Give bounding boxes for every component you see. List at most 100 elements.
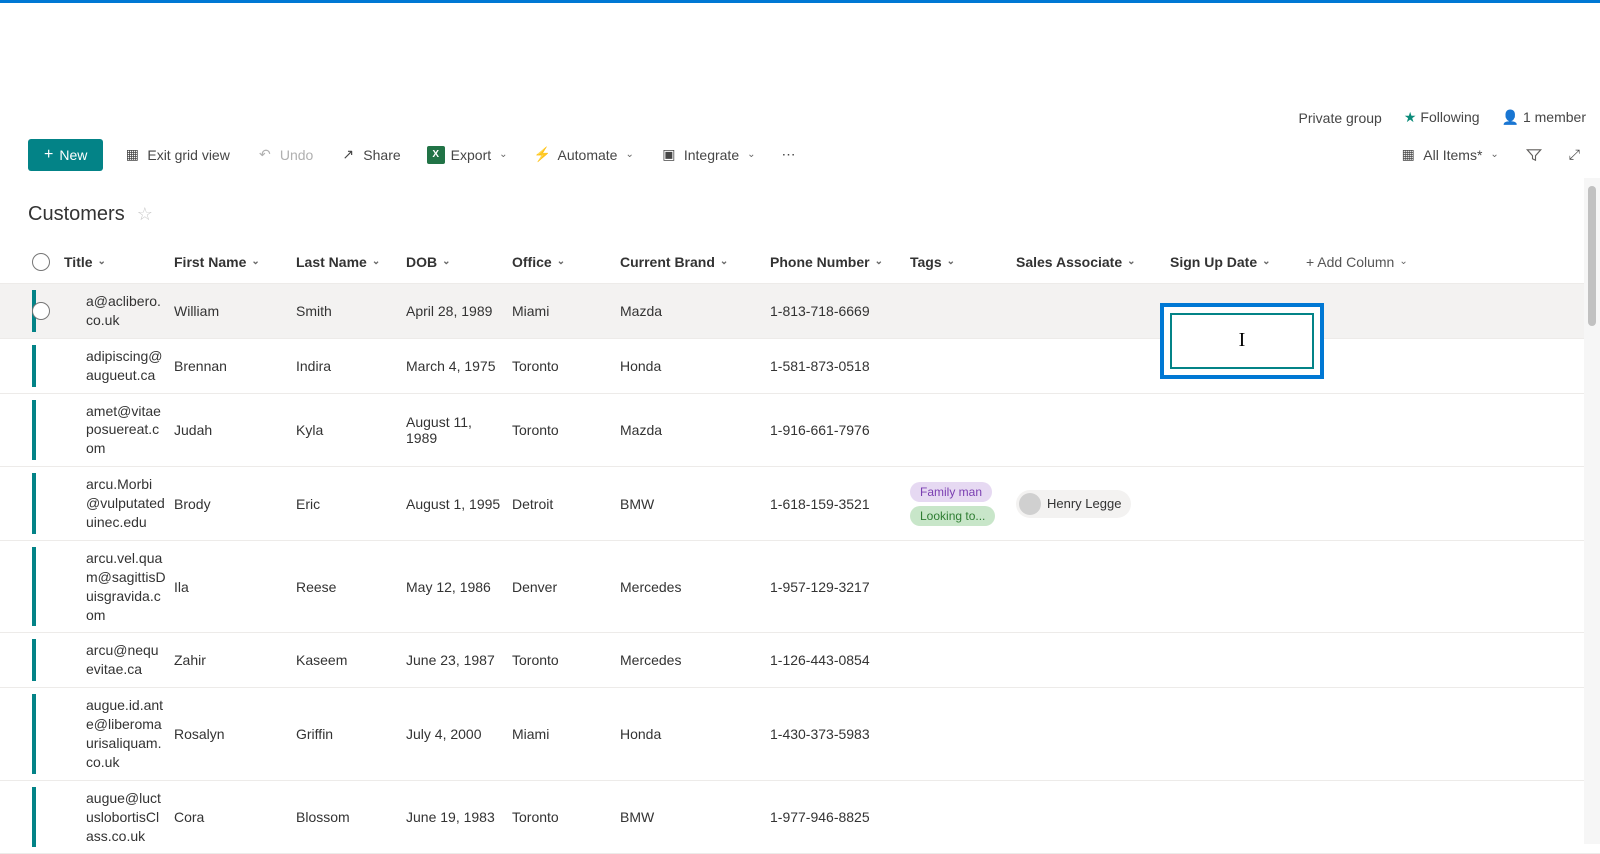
cell-phone[interactable]: 1-813-718-6669 [770,303,910,319]
table-row[interactable]: arcu.Morbi@vulputateduinec.edu Brody Eri… [0,467,1600,541]
share-button[interactable]: ↗Share [333,142,406,168]
cell-brand[interactable]: Honda [620,726,770,742]
cell-brand[interactable]: BMW [620,809,770,825]
vertical-scrollbar[interactable] [1584,178,1600,844]
cell-brand[interactable]: Mercedes [620,579,770,595]
cell-dob[interactable]: August 1, 1995 [406,496,512,512]
column-header-office[interactable]: Office⌄ [512,254,620,270]
cell-first-name[interactable]: Rosalyn [174,726,296,742]
cell-title[interactable]: arcu.vel.quam@sagittisDuisgravida.com [64,549,174,625]
cell-title[interactable]: amet@vitaeposuereat.com [64,402,174,459]
view-selector-button[interactable]: ▦All Items*⌄ [1393,142,1505,168]
cell-last-name[interactable]: Eric [296,496,406,512]
table-row[interactable]: a@aclibero.co.uk William Smith April 28,… [0,284,1600,339]
column-header-dob[interactable]: DOB⌄ [406,254,512,270]
new-button[interactable]: +New [28,139,103,171]
person-chip[interactable]: Henry Legge [1016,490,1131,518]
cell-office[interactable]: Toronto [512,422,620,438]
row-select-checkbox[interactable] [32,302,50,320]
column-header-last-name[interactable]: Last Name⌄ [296,254,406,270]
exit-grid-view-button[interactable]: ▦Exit grid view [117,142,235,168]
cell-first-name[interactable]: Judah [174,422,296,438]
cell-tags[interactable]: Family man Looking to... [910,482,1016,526]
table-row[interactable]: amet@vitaeposuereat.com Judah Kyla Augus… [0,394,1600,468]
cell-title[interactable]: arcu@nequevitae.ca [64,641,174,679]
cell-dob[interactable]: July 4, 2000 [406,726,512,742]
table-row[interactable]: arcu@nequevitae.ca Zahir Kaseem June 23,… [0,633,1600,688]
cell-last-name[interactable]: Griffin [296,726,406,742]
table-row[interactable]: adipiscing@augueut.ca Brennan Indira Mar… [0,339,1600,394]
cell-dob[interactable]: March 4, 1975 [406,358,512,374]
cell-title[interactable]: arcu.Morbi@vulputateduinec.edu [64,475,174,532]
cell-title[interactable]: adipiscing@augueut.ca [64,347,174,385]
cell-office[interactable]: Denver [512,579,620,595]
cell-first-name[interactable]: Zahir [174,652,296,668]
cell-office[interactable]: Miami [512,303,620,319]
cell-last-name[interactable]: Blossom [296,809,406,825]
cell-phone[interactable]: 1-581-873-0518 [770,358,910,374]
cell-phone[interactable]: 1-430-373-5983 [770,726,910,742]
cell-last-name[interactable]: Reese [296,579,406,595]
column-header-sign-up-date[interactable]: Sign Up Date⌄ [1170,254,1306,270]
cell-last-name[interactable]: Kyla [296,422,406,438]
cell-associate[interactable]: Henry Legge [1016,490,1170,518]
cell-phone[interactable]: 1-126-443-0854 [770,652,910,668]
export-button[interactable]: XExport⌄ [421,142,514,168]
cell-brand[interactable]: Mazda [620,422,770,438]
column-header-sales-associate[interactable]: Sales Associate⌄ [1016,254,1170,270]
automate-button[interactable]: ⚡Automate⌄ [528,142,640,168]
cell-office[interactable]: Toronto [512,652,620,668]
cell-dob[interactable]: April 28, 1989 [406,303,512,319]
cell-phone[interactable]: 1-977-946-8825 [770,809,910,825]
column-header-current-brand[interactable]: Current Brand⌄ [620,254,770,270]
cell-dob[interactable]: August 11, 1989 [406,414,512,446]
cell-first-name[interactable]: Brennan [174,358,296,374]
select-all-checkbox[interactable] [32,253,50,271]
add-column-button[interactable]: + Add Column⌄ [1306,254,1408,270]
cell-last-name[interactable]: Smith [296,303,406,319]
cell-dob[interactable]: June 23, 1987 [406,652,512,668]
cell-title[interactable]: augue@luctuslobortisClass.co.uk [64,789,174,846]
cell-last-name[interactable]: Indira [296,358,406,374]
favorite-star-icon[interactable]: ☆ [137,204,153,225]
cell-title[interactable]: augue.id.ante@liberomaurisaliquam.co.uk [64,696,174,772]
tag-pill[interactable]: Looking to... [910,506,995,526]
cell-dob[interactable]: May 12, 1986 [406,579,512,595]
chevron-down-icon: ⌄ [98,256,106,267]
cell-office[interactable]: Toronto [512,809,620,825]
column-header-phone[interactable]: Phone Number⌄ [770,254,910,270]
expand-button[interactable]: ⤢ [1563,142,1586,167]
integrate-button[interactable]: ▣Integrate⌄ [654,142,762,168]
table-row[interactable]: augue@luctuslobortisClass.co.uk Cora Blo… [0,781,1600,854]
table-row[interactable]: arcu.vel.quam@sagittisDuisgravida.com Il… [0,541,1600,634]
cell-office[interactable]: Detroit [512,496,620,512]
tag-pill[interactable]: Family man [910,482,992,502]
cell-phone[interactable]: 1-916-661-7976 [770,422,910,438]
column-header-title[interactable]: Title⌄ [64,254,174,270]
cell-first-name[interactable]: Ila [174,579,296,595]
cell-last-name[interactable]: Kaseem [296,652,406,668]
cell-brand[interactable]: Mercedes [620,652,770,668]
table-row[interactable]: augue.id.ante@liberomaurisaliquam.co.uk … [0,688,1600,781]
more-button[interactable]: ⋯ [776,142,802,167]
cell-first-name[interactable]: William [174,303,296,319]
cell-title[interactable]: a@aclibero.co.uk [64,292,174,330]
scroll-thumb[interactable] [1588,186,1596,326]
cell-phone[interactable]: 1-957-129-3217 [770,579,910,595]
plus-icon: + [44,146,53,164]
column-header-first-name[interactable]: First Name⌄ [174,254,296,270]
filter-button[interactable] [1519,142,1549,168]
cell-office[interactable]: Toronto [512,358,620,374]
cell-brand[interactable]: Mazda [620,303,770,319]
following-button[interactable]: ★Following [1404,109,1480,126]
cell-office[interactable]: Miami [512,726,620,742]
cell-brand[interactable]: BMW [620,496,770,512]
cell-phone[interactable]: 1-618-159-3521 [770,496,910,512]
cell-first-name[interactable]: Cora [174,809,296,825]
cell-dob[interactable]: June 19, 1983 [406,809,512,825]
column-header-tags[interactable]: Tags⌄ [910,254,1016,270]
cell-first-name[interactable]: Brody [174,496,296,512]
members-button[interactable]: 👤1 member [1502,109,1586,126]
undo-button[interactable]: ↶Undo [250,142,319,168]
cell-brand[interactable]: Honda [620,358,770,374]
